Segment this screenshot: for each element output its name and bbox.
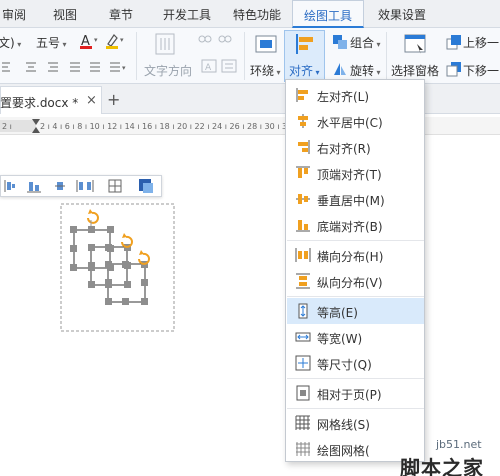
floating-align-toolbar — [0, 175, 162, 197]
ribbon-toolbar: 文) ▾ 五号 ▾ A ▾ ▾ ▾ 文字方向 A 环绕 ▾ 对齐 ▾ 组合 ▾ … — [0, 28, 500, 84]
horizontal-ruler[interactable]: 2 ı 2 ı 4 ı 6 ı 8 ı 10 ı 12 ı 14 ı 16 ı … — [0, 117, 500, 135]
bring-forward-button[interactable]: 上移一 — [463, 34, 499, 51]
menu-item-align-top[interactable]: 顶端对齐(T) — [287, 160, 424, 186]
font-color-icon[interactable]: A ▾ — [80, 32, 102, 53]
resize-handles — [70, 226, 148, 305]
svg-text:▾: ▾ — [120, 36, 124, 44]
document-canvas[interactable] — [0, 135, 500, 476]
rotate-button[interactable]: 旋转 ▾ — [350, 62, 381, 79]
same-size-icon — [295, 355, 311, 371]
distribute-horizontal-icon — [295, 248, 311, 262]
new-tab-button[interactable]: + — [107, 90, 120, 109]
svg-text:▾: ▾ — [122, 64, 126, 72]
close-tab-icon[interactable]: × — [86, 93, 97, 108]
selected-shapes-group[interactable] — [58, 203, 178, 335]
svg-text:A: A — [205, 63, 212, 73]
rotate-icon[interactable] — [332, 61, 348, 80]
menu-item-same-width[interactable]: 等宽(W) — [287, 324, 424, 350]
align-middle-mini-icon — [4, 180, 15, 192]
ribbon-tab-bar: 审阅 视图 章节 开发工具 特色功能 绘图工具 效果设置 — [0, 0, 500, 28]
menu-item-relative-to-page[interactable]: 相对于页(P) — [287, 380, 424, 406]
svg-text:2 ı: 2 ı — [2, 122, 12, 131]
align-dropdown-menu: 左对齐(L) 水平居中(C) 右对齐(R) 顶端对齐(T) 垂直居中(M) 底端… — [285, 79, 425, 462]
tab-drawing-tools[interactable]: 绘图工具 — [292, 0, 364, 28]
tab-special-features[interactable]: 特色功能 — [228, 0, 286, 28]
link-icon[interactable] — [196, 32, 236, 49]
bring-forward-icon[interactable] — [446, 34, 462, 53]
tab-review[interactable]: 审阅 — [0, 0, 34, 28]
align-bottom-icon — [296, 220, 310, 232]
menu-item-distribute-vertical[interactable]: 纵向分布(V) — [287, 268, 424, 294]
distribute-h-icon — [76, 180, 94, 192]
send-backward-button[interactable]: 下移一 — [463, 62, 499, 79]
ruler-ticks: 2 ı 2 ı 4 ı 6 ı 8 ı 10 ı 12 ı 14 ı 16 ı … — [0, 119, 380, 133]
group-icon[interactable] — [332, 34, 348, 53]
drawing-grid-icon — [296, 442, 310, 456]
grid-mini-icon — [108, 179, 122, 193]
menu-item-distribute-horizontal[interactable]: 横向分布(H) — [287, 242, 424, 268]
menu-item-align-left[interactable]: 左对齐(L) — [287, 82, 424, 108]
distribute-icon — [55, 182, 65, 190]
menu-item-align-center[interactable]: 水平居中(C) — [287, 108, 424, 134]
menu-item-align-middle[interactable]: 垂直居中(M) — [287, 186, 424, 212]
tab-developer[interactable]: 开发工具 — [158, 0, 216, 28]
font-size-select[interactable]: 五号 ▾ — [36, 34, 67, 51]
group-button[interactable]: 组合 ▾ — [350, 34, 381, 51]
relative-to-page-icon — [296, 385, 310, 401]
align-center-icon — [298, 114, 308, 128]
svg-text:▾: ▾ — [94, 36, 98, 44]
align-left-icon — [296, 88, 308, 102]
menu-item-gridlines[interactable]: 网格线(S) — [287, 410, 424, 436]
text-box-icon[interactable] — [152, 32, 180, 61]
align-right-icon — [298, 140, 310, 154]
font-name-select[interactable]: 文) ▾ — [0, 34, 21, 51]
text-direction-button[interactable]: 文字方向 — [144, 62, 192, 79]
watermark-name: 脚本之家 — [400, 456, 484, 476]
rotate-handles — [87, 209, 150, 265]
paragraph-align-icons: ▾ — [0, 60, 132, 79]
align-icon — [294, 32, 316, 59]
highlight-color-icon[interactable]: ▾ — [106, 32, 128, 53]
menu-item-same-height[interactable]: 等高(E) — [287, 298, 424, 324]
align-label: 对齐 ▾ — [289, 64, 320, 78]
align-middle-icon — [296, 194, 310, 204]
same-width-icon — [295, 332, 311, 342]
selection-pane-button[interactable]: 选择窗格 — [391, 62, 439, 79]
document-tab-title: 置要求.docx * — [0, 96, 79, 110]
group-mini-icon — [139, 179, 153, 193]
same-height-icon — [298, 303, 308, 319]
tab-effect-settings[interactable]: 效果设置 — [366, 0, 438, 28]
document-tab-strip: 置要求.docx * × + — [0, 84, 500, 114]
menu-item-align-right[interactable]: 右对齐(R) — [287, 134, 424, 160]
tab-view[interactable]: 视图 — [48, 0, 82, 28]
send-backward-icon[interactable] — [446, 61, 462, 80]
wrap-button[interactable]: 环绕 ▾ — [250, 62, 281, 79]
distribute-vertical-icon — [296, 273, 310, 289]
menu-item-same-size[interactable]: 等尺寸(Q) — [287, 350, 424, 376]
selection-pane-icon[interactable] — [403, 32, 427, 59]
watermark-site: jb51.net — [436, 438, 482, 451]
align-top-icon — [296, 166, 310, 178]
tab-chapter[interactable]: 章节 — [104, 0, 138, 28]
gridlines-icon — [295, 415, 310, 430]
align-bottom-mini-icon — [27, 182, 41, 193]
menu-item-align-bottom[interactable]: 底端对齐(B) — [287, 212, 424, 238]
text-box-align-icon[interactable]: A — [200, 58, 240, 77]
wrap-icon[interactable] — [254, 32, 278, 59]
